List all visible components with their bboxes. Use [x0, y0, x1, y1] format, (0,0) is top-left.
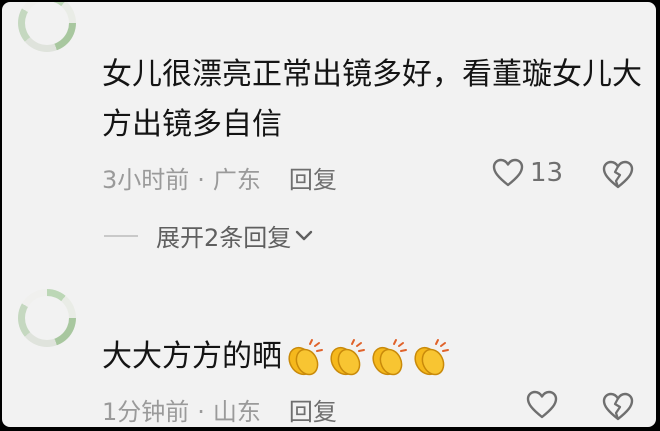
comment-text-content: 大大方方的晒: [102, 339, 282, 374]
like-count: 13: [530, 158, 564, 188]
chevron-down-icon: [296, 230, 313, 240]
reply-button[interactable]: 回复: [289, 166, 337, 194]
like-button[interactable]: 13: [492, 158, 563, 188]
comment-time: 3小时前: [102, 166, 190, 194]
divider-line: [104, 234, 138, 237]
dislike-button[interactable]: [602, 392, 634, 426]
comment-time: 1分钟前: [102, 398, 190, 426]
dislike-button[interactable]: [602, 160, 634, 194]
avatar[interactable]: [18, 289, 76, 347]
expand-replies-button[interactable]: 展开2条回复: [104, 218, 313, 253]
comment-meta: 3小时前 · 广东 回复: [102, 166, 337, 194]
like-button[interactable]: [526, 390, 558, 420]
heart-outline-icon: [492, 158, 524, 187]
clapping-hands-emoji: [372, 338, 407, 375]
comment-location: 广东: [212, 166, 261, 194]
heart-outline-icon: [526, 390, 558, 419]
clapping-hands-emoji: [414, 338, 449, 375]
comment-location: 山东: [212, 398, 261, 426]
clapping-hands-emoji: [288, 338, 323, 375]
avatar[interactable]: [18, 2, 76, 52]
comment-text: 大大方方的晒: [102, 332, 642, 382]
broken-heart-outline-icon: [602, 160, 634, 189]
comment-list: 女儿很漂亮正常出镜多好，看董璇女儿大方出镜多自信 3小时前 · 广东 回复 13 展开…: [2, 2, 656, 427]
reply-button[interactable]: 回复: [289, 398, 337, 426]
comment-text: 女儿很漂亮正常出镜多好，看董璇女儿大方出镜多自信: [102, 57, 642, 142]
broken-heart-outline-icon: [602, 392, 634, 421]
expand-replies-label: 展开2条回复: [156, 224, 292, 252]
comment-meta: 1分钟前 · 山东 回复: [102, 398, 337, 426]
clapping-hands-emoji: [330, 338, 365, 375]
